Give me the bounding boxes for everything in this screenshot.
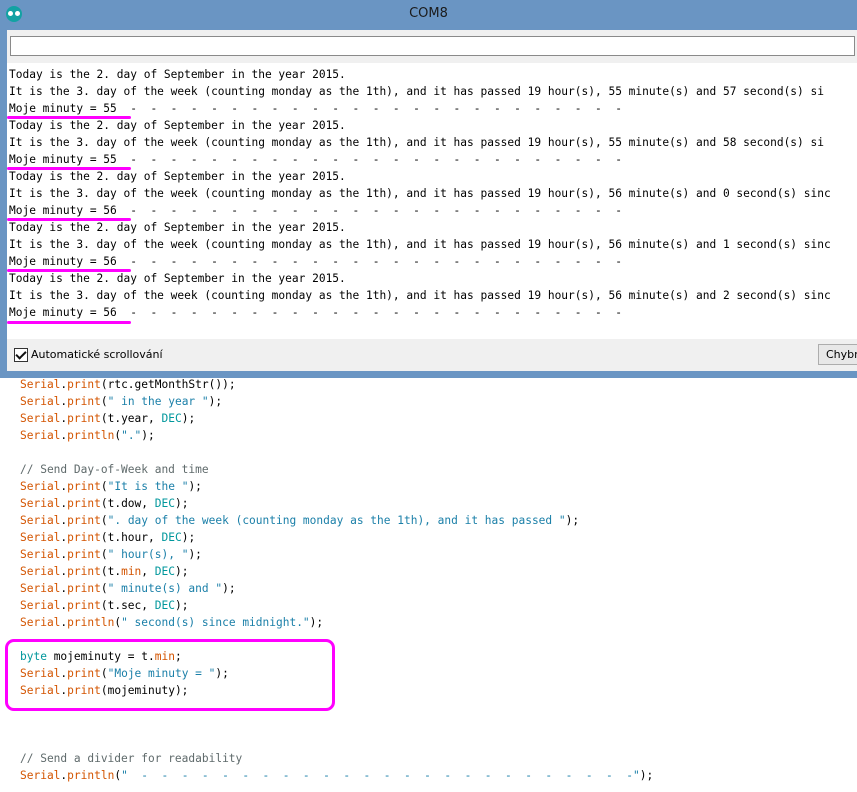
output-line: It is the 3. day of the week (counting m… (9, 289, 831, 302)
code-line: Serial.println(" - - - - - - - - - - - -… (20, 769, 654, 782)
code-comment: // Send a divider for readability (20, 752, 243, 765)
code-comment: // Send Day-of-Week and time (20, 463, 209, 476)
autoscroll-checkbox[interactable] (14, 348, 28, 362)
code-line: Serial.print(t.dow, DEC); (20, 497, 189, 510)
monitor-bottom-bar: Automatické scrollování Chybný konec řád… (7, 339, 857, 371)
code-line: Serial.print(" hour(s), "); (20, 548, 202, 561)
output-line: Today is the 2. day of September in the … (9, 68, 346, 81)
send-input[interactable] (10, 36, 855, 56)
window-titlebar: COM8 (0, 0, 857, 28)
window-title: COM8 (409, 6, 448, 21)
output-line: Moje minuty = 56 - - - - - - - - - - - -… (9, 306, 622, 319)
output-line: Moje minuty = 55 - - - - - - - - - - - -… (9, 102, 622, 115)
highlight-box (5, 639, 335, 711)
output-line: Moje minuty = 55 - - - - - - - - - - - -… (9, 153, 622, 166)
output-line: Moje minuty = 56 - - - - - - - - - - - -… (9, 204, 622, 217)
code-line: Serial.println(" second(s) since midnigh… (20, 616, 324, 629)
output-line: It is the 3. day of the week (counting m… (9, 85, 824, 98)
output-line: Today is the 2. day of September in the … (9, 272, 346, 285)
output-line: It is the 3. day of the week (counting m… (9, 238, 831, 251)
code-line: Serial.print(rtc.getMonthStr()); (20, 378, 236, 391)
output-line: It is the 3. day of the week (counting m… (9, 187, 831, 200)
output-line: Today is the 2. day of September in the … (9, 170, 346, 183)
code-line: Serial.print(t.year, DEC); (20, 412, 196, 425)
serial-output[interactable]: Today is the 2. day of September in the … (7, 63, 857, 339)
output-line: Today is the 2. day of September in the … (9, 119, 346, 132)
code-line: Serial.print("It is the "); (20, 480, 202, 493)
send-bar (7, 30, 857, 63)
highlight-underline (7, 321, 131, 324)
code-line: Serial.print(". day of the week (countin… (20, 514, 580, 527)
code-editor[interactable]: Serial.print(rtc.getMonthStr()); Serial.… (0, 378, 857, 792)
autoscroll-label: Automatické scrollování (31, 348, 163, 361)
code-line: Serial.print(t.sec, DEC); (20, 599, 189, 612)
output-line: It is the 3. day of the week (counting m… (9, 136, 824, 149)
code-line: Serial.println("."); (20, 429, 155, 442)
output-line: Today is the 2. day of September in the … (9, 221, 346, 234)
code-line: Serial.print(t.min, DEC); (20, 565, 189, 578)
code-line: Serial.print(" minute(s) and "); (20, 582, 236, 595)
line-ending-select[interactable]: Chybný konec řádku (818, 344, 857, 365)
code-line: Serial.print(t.hour, DEC); (20, 531, 196, 544)
output-line: Moje minuty = 56 - - - - - - - - - - - -… (9, 255, 622, 268)
code-line: Serial.print(" in the year "); (20, 395, 223, 408)
